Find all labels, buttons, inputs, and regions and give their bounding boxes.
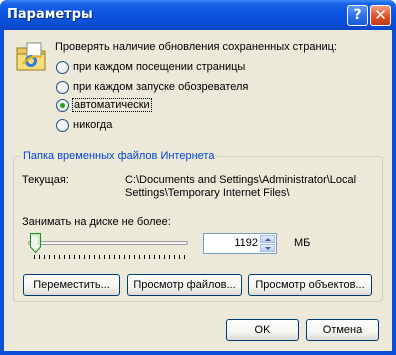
radio-button-selected[interactable] <box>56 98 69 112</box>
radio-automatic[interactable]: автоматически <box>56 97 152 113</box>
disk-size-value[interactable]: 1192 <box>234 237 258 249</box>
radio-label: при каждом запуске обозревателя <box>73 81 249 93</box>
options-dialog: Параметры ? ✕ Проверять наличие обновлен… <box>0 0 396 355</box>
radio-label: автоматически <box>72 98 152 112</box>
slider-ticks <box>34 255 185 259</box>
spinner-down-icon[interactable] <box>260 244 275 252</box>
radio-button[interactable] <box>56 118 69 132</box>
question-icon: ? <box>353 7 362 23</box>
slider-tick <box>154 255 155 259</box>
size-unit-label: МБ <box>294 237 311 249</box>
slider-tick <box>114 255 115 259</box>
slider-tick <box>159 255 160 259</box>
slider-tick <box>164 255 165 259</box>
radio-button[interactable] <box>56 80 69 94</box>
disk-space-label: Занимать на диске не более: <box>22 216 171 228</box>
slider-tick <box>139 255 140 259</box>
close-button[interactable]: ✕ <box>370 5 391 26</box>
title-bar[interactable]: Параметры ? ✕ <box>0 0 396 30</box>
slider-tick <box>84 255 85 259</box>
slider-tick <box>69 255 70 259</box>
radio-label: при каждом посещении страницы <box>73 61 246 73</box>
slider-tick <box>99 255 100 259</box>
radio-never[interactable]: никогда <box>56 117 112 133</box>
move-folder-button[interactable]: Переместить... <box>23 274 120 296</box>
slider-tick <box>89 255 90 259</box>
slider-tick <box>79 255 80 259</box>
check-updates-prompt: Проверять наличие обновления сохраненных… <box>55 41 338 53</box>
dialog-body: Проверять наличие обновления сохраненных… <box>4 30 392 351</box>
slider-tick <box>104 255 105 259</box>
slider-tick <box>174 255 175 259</box>
disk-space-slider-thumb[interactable] <box>30 233 41 253</box>
slider-tick <box>179 255 180 259</box>
disk-size-spinner[interactable]: 1192 <box>203 233 277 254</box>
slider-tick <box>149 255 150 259</box>
cancel-button[interactable]: Отмена <box>306 319 379 341</box>
view-objects-button[interactable]: Просмотр объектов... <box>248 274 372 296</box>
slider-tick <box>169 255 170 259</box>
slider-tick <box>74 255 75 259</box>
spinner-buttons <box>260 235 275 252</box>
radio-every-start[interactable]: при каждом запуске обозревателя <box>56 79 248 95</box>
current-folder-path: C:\Documents and Settings\Administrator\… <box>125 174 357 199</box>
slider-tick <box>49 255 50 259</box>
slider-tick <box>34 255 35 259</box>
radio-every-visit[interactable]: при каждом посещении страницы <box>56 59 245 75</box>
slider-tick <box>59 255 60 259</box>
group-title: Папка временных файлов Интернета <box>20 150 218 162</box>
radio-label: никогда <box>73 119 113 131</box>
close-icon: ✕ <box>374 6 387 24</box>
radio-button[interactable] <box>56 60 69 74</box>
slider-tick <box>134 255 135 259</box>
current-folder-label: Текущая: <box>22 174 69 186</box>
slider-tick <box>109 255 110 259</box>
spinner-up-icon[interactable] <box>260 235 275 243</box>
ok-button[interactable]: OK <box>226 319 299 341</box>
slider-tick <box>54 255 55 259</box>
slider-tick <box>184 255 185 259</box>
slider-tick <box>124 255 125 259</box>
slider-tick <box>39 255 40 259</box>
disk-space-slider-track[interactable] <box>28 241 188 245</box>
slider-tick <box>64 255 65 259</box>
slider-tick <box>94 255 95 259</box>
window-title: Параметры <box>7 7 93 22</box>
slider-tick <box>119 255 120 259</box>
internet-explorer-folder-icon <box>16 42 46 71</box>
help-button[interactable]: ? <box>347 5 368 26</box>
slider-tick <box>144 255 145 259</box>
slider-tick <box>129 255 130 259</box>
slider-tick <box>44 255 45 259</box>
view-files-button[interactable]: Просмотр файлов... <box>127 274 242 296</box>
